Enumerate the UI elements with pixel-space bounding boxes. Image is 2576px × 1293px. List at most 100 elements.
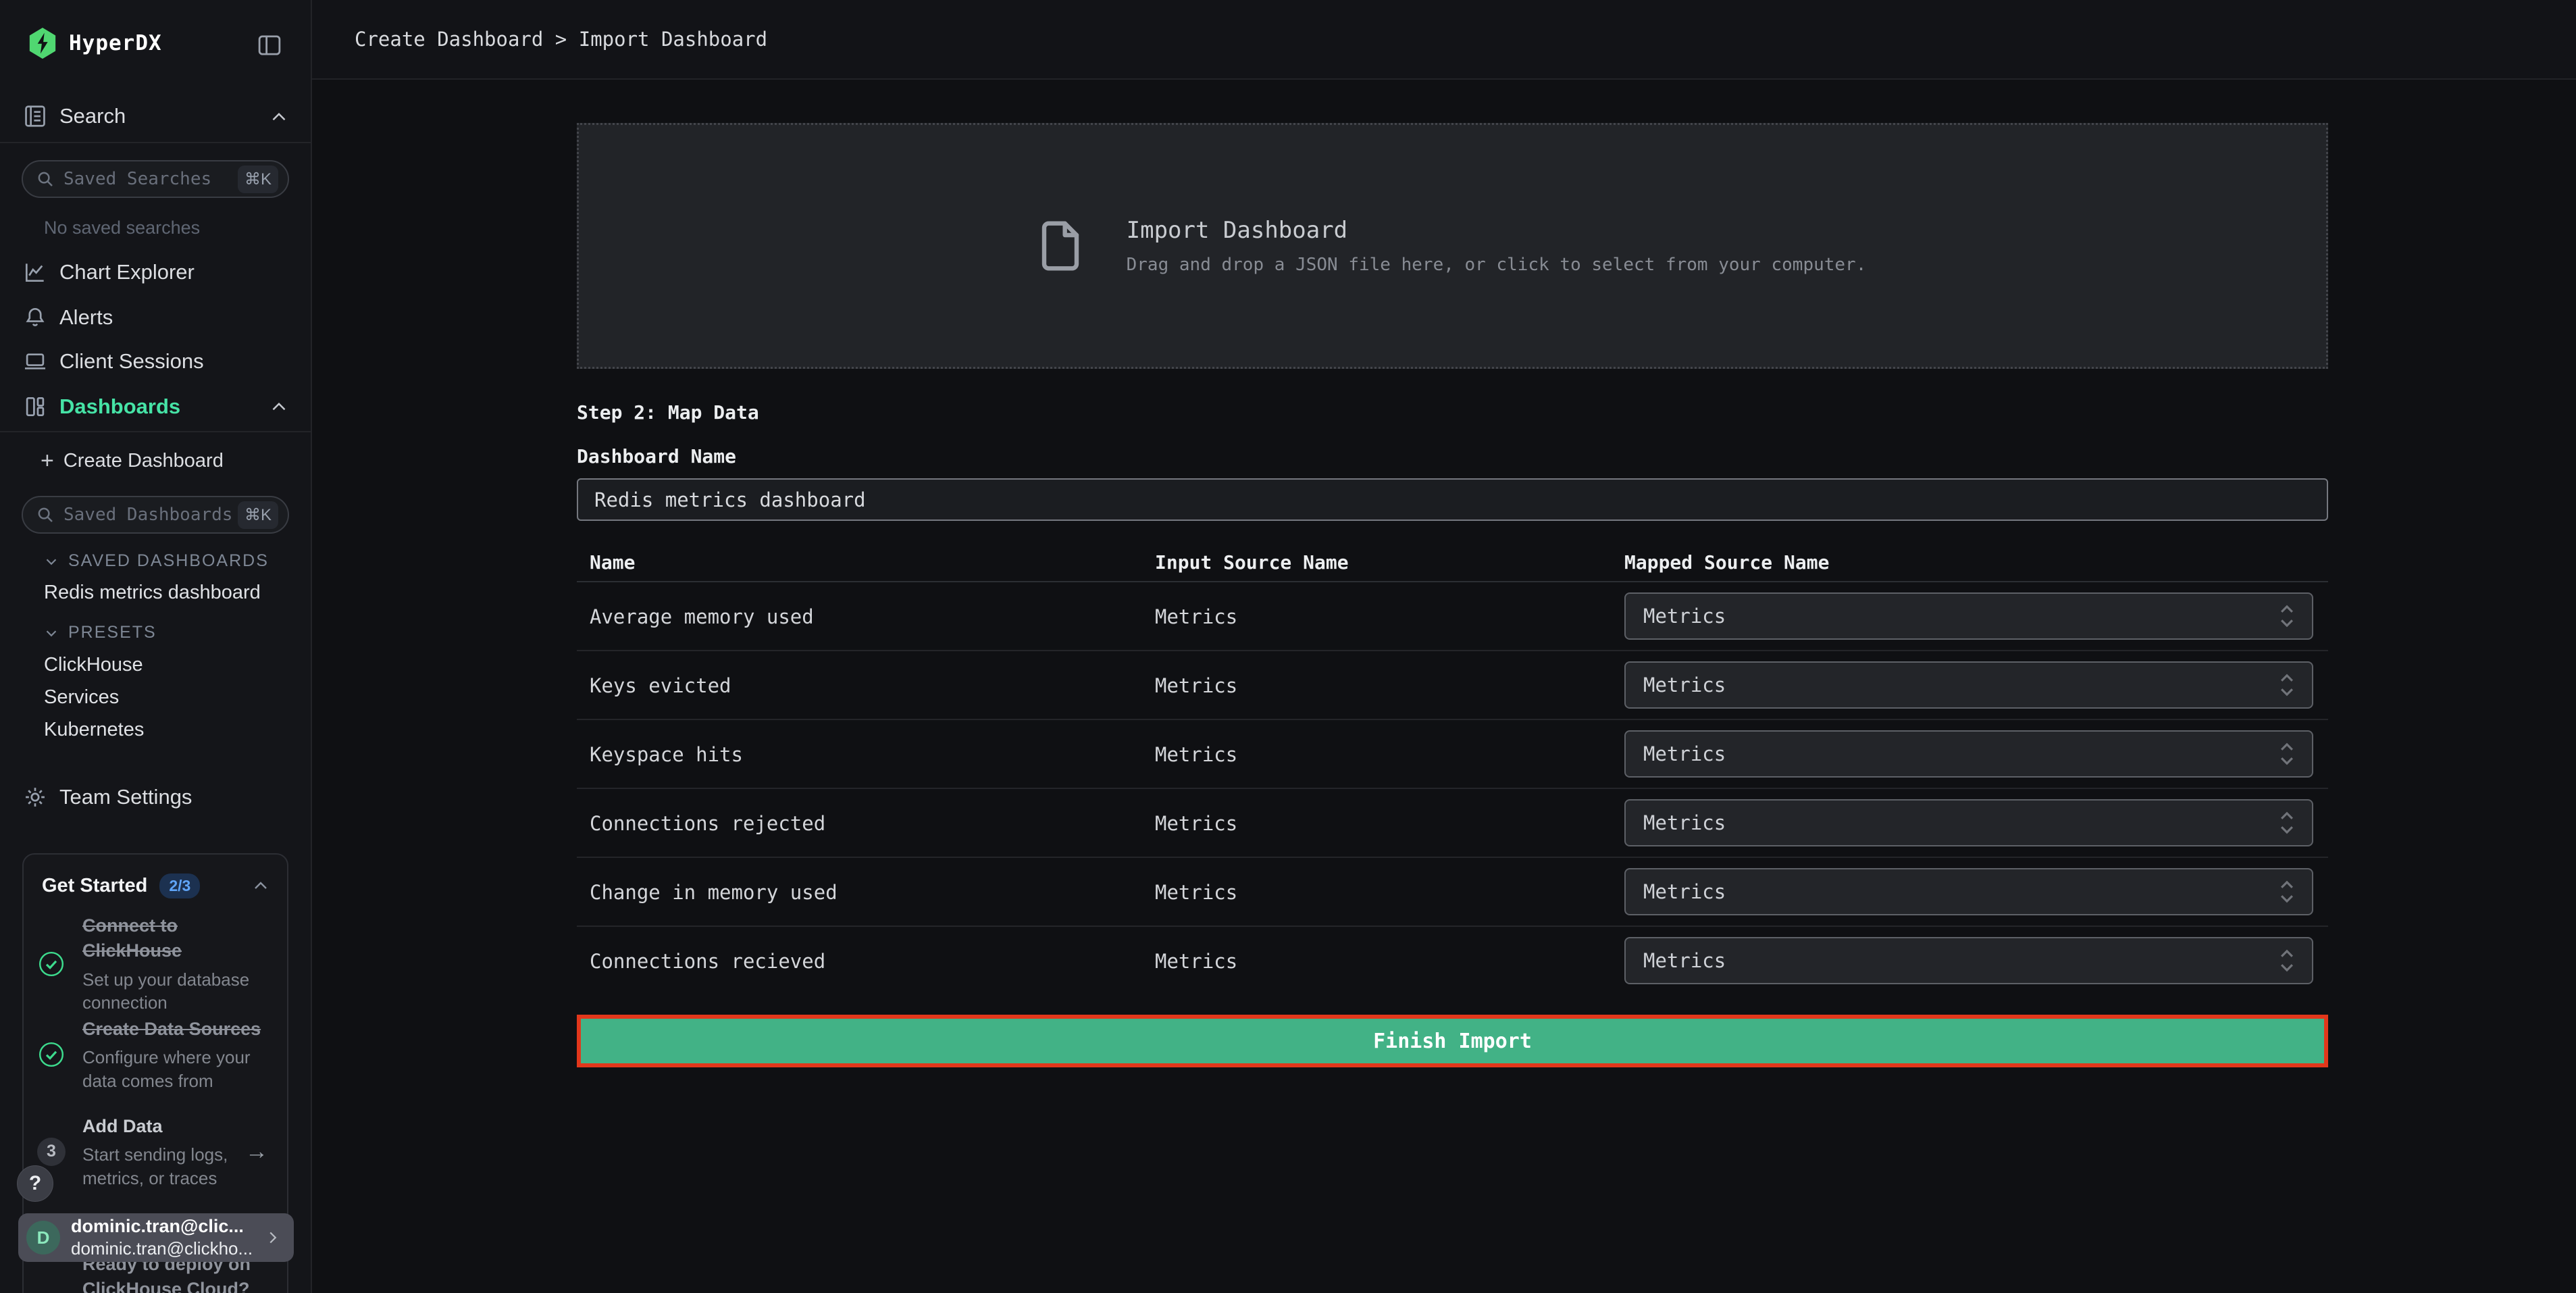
presets-group-header[interactable]: PRESETS: [43, 623, 157, 642]
help-button[interactable]: ?: [17, 1165, 53, 1202]
sidebar-item-team-settings[interactable]: Team Settings: [0, 782, 312, 812]
hyperdx-logo-icon: [27, 26, 58, 60]
mapped-source-select[interactable]: Metrics: [1624, 730, 2313, 778]
get-started-item-add-data[interactable]: 3 Add Data Start sending logs, metrics, …: [37, 1114, 278, 1190]
saved-dashboards-search[interactable]: ⌘K: [22, 496, 289, 534]
preset-item-services[interactable]: Services: [44, 686, 119, 709]
main-content: Import Dashboard Drag and drop a JSON fi…: [577, 80, 2328, 1293]
chevron-up-icon[interactable]: [250, 875, 272, 896]
table-row: Keys evicted Metrics Metrics: [577, 651, 2328, 720]
sidebar-section-search[interactable]: Search: [0, 101, 312, 131]
finish-import-button[interactable]: Finish Import: [581, 1019, 2324, 1063]
row-input-source: Metrics: [1155, 720, 1237, 789]
row-input-source: Metrics: [1155, 927, 1237, 996]
up-down-chevrons-icon: [2274, 808, 2300, 838]
sidebar-item-label: Client Sessions: [59, 349, 204, 374]
chevron-down-icon: [43, 553, 60, 570]
breadcrumb: Create Dashboard > Import Dashboard: [355, 28, 767, 51]
step-number-badge: 3: [37, 1138, 66, 1166]
sidebar-divider: [0, 142, 312, 143]
mapped-source-select[interactable]: Metrics: [1624, 799, 2313, 846]
chevron-right-icon: [263, 1227, 283, 1248]
table-row: Connections rejected Metrics Metrics: [577, 789, 2328, 858]
dropzone-title: Import Dashboard: [1127, 217, 1867, 244]
gear-icon: [22, 784, 48, 810]
up-down-chevrons-icon: [2274, 739, 2300, 769]
sidebar-divider: [0, 431, 312, 432]
mapped-source-select[interactable]: Metrics: [1624, 661, 2313, 709]
shortcut-badge: ⌘K: [238, 501, 278, 529]
row-input-source: Metrics: [1155, 789, 1237, 858]
sidebar-collapse-icon[interactable]: [255, 31, 284, 59]
search-section-label: Search: [59, 104, 126, 128]
select-value: Metrics: [1643, 742, 1726, 765]
create-dashboard-button[interactable]: + Create Dashboard: [41, 449, 224, 472]
saved-searches-input[interactable]: [55, 169, 238, 189]
chevron-up-icon[interactable]: [267, 395, 290, 418]
sidebar-item-chart-explorer[interactable]: Chart Explorer: [0, 257, 312, 287]
up-down-chevrons-icon: [2274, 946, 2300, 975]
arrow-right-icon[interactable]: →: [245, 1138, 268, 1165]
preset-item-clickhouse[interactable]: ClickHouse: [44, 654, 143, 676]
sidebar-item-label: Dashboards: [59, 395, 180, 419]
select-value: Metrics: [1643, 811, 1726, 834]
step-label: Step 2: Map Data: [577, 401, 759, 424]
shortcut-badge: ⌘K: [238, 166, 278, 193]
user-account-button[interactable]: D dominic.tran@clic... dominic.tran@clic…: [18, 1213, 294, 1262]
table-row: Connections recieved Metrics Metrics: [577, 927, 2328, 996]
user-name: dominic.tran@clic...: [71, 1216, 263, 1237]
table-row: Change in memory used Metrics Metrics: [577, 858, 2328, 927]
get-started-item-subtitle: Set up your database connection: [82, 968, 272, 1015]
get-started-item-sources[interactable]: Create Data Sources Configure where your…: [37, 1017, 278, 1092]
file-icon: [1039, 218, 1082, 274]
row-name: Change in memory used: [590, 858, 838, 927]
table-row: Average memory used Metrics Metrics: [577, 582, 2328, 651]
check-circle-icon: [37, 1040, 66, 1069]
mapped-source-select[interactable]: Metrics: [1624, 592, 2313, 640]
group-header-label: SAVED DASHBOARDS: [68, 551, 269, 571]
chart-explorer-icon: [22, 259, 48, 285]
select-value: Metrics: [1643, 674, 1726, 696]
row-name: Connections recieved: [590, 927, 825, 996]
preset-item-kubernetes[interactable]: Kubernetes: [44, 719, 144, 741]
column-header-input-source: Input Source Name: [1155, 551, 1349, 574]
dashboards-icon: [22, 394, 48, 420]
dashboard-name-label: Dashboard Name: [577, 445, 736, 467]
topbar: Create Dashboard > Import Dashboard: [312, 0, 2576, 80]
row-input-source: Metrics: [1155, 651, 1237, 720]
select-value: Metrics: [1643, 949, 1726, 972]
row-input-source: Metrics: [1155, 858, 1237, 927]
column-header-mapped-source: Mapped Source Name: [1624, 551, 1829, 574]
row-name: Keys evicted: [590, 651, 731, 720]
sidebar-item-alerts[interactable]: Alerts: [0, 303, 312, 332]
sidebar-item-label: Alerts: [59, 305, 113, 330]
saved-searches-search[interactable]: ⌘K: [22, 160, 289, 198]
saved-dashboard-item-redis[interactable]: Redis metrics dashboard: [44, 582, 261, 604]
up-down-chevrons-icon: [2274, 877, 2300, 907]
table-row: Keyspace hits Metrics Metrics: [577, 720, 2328, 789]
import-dropzone[interactable]: Import Dashboard Drag and drop a JSON fi…: [577, 123, 2328, 369]
sidebar-item-client-sessions[interactable]: Client Sessions: [0, 347, 312, 376]
get-started-item-connect[interactable]: Connect to ClickHouse Set up your databa…: [37, 913, 278, 1014]
question-mark-icon: ?: [29, 1172, 41, 1195]
select-value: Metrics: [1643, 605, 1726, 628]
saved-dashboards-group-header[interactable]: SAVED DASHBOARDS: [43, 551, 269, 571]
app-title: HyperDX: [69, 31, 162, 55]
dashboard-name-input[interactable]: [577, 478, 2328, 521]
select-value: Metrics: [1643, 880, 1726, 903]
mapped-source-select[interactable]: Metrics: [1624, 868, 2313, 915]
sidebar: HyperDX Search ⌘K No saved searches Char…: [0, 0, 312, 1293]
saved-dashboards-input[interactable]: [55, 505, 238, 525]
up-down-chevrons-icon: [2274, 670, 2300, 700]
search-icon: [35, 505, 55, 525]
app-logo[interactable]: HyperDX: [27, 26, 162, 61]
search-icon: [35, 169, 55, 189]
chevron-up-icon[interactable]: [267, 105, 290, 128]
sidebar-item-dashboards[interactable]: Dashboards: [0, 392, 312, 422]
search-section-icon: [22, 103, 48, 129]
user-email: dominic.tran@clickho...: [71, 1238, 263, 1259]
mapped-source-select[interactable]: Metrics: [1624, 937, 2313, 984]
sidebar-item-label: Chart Explorer: [59, 260, 195, 284]
create-dashboard-label: Create Dashboard: [63, 450, 224, 472]
annotation-highlight-frame: Finish Import: [577, 1015, 2328, 1067]
